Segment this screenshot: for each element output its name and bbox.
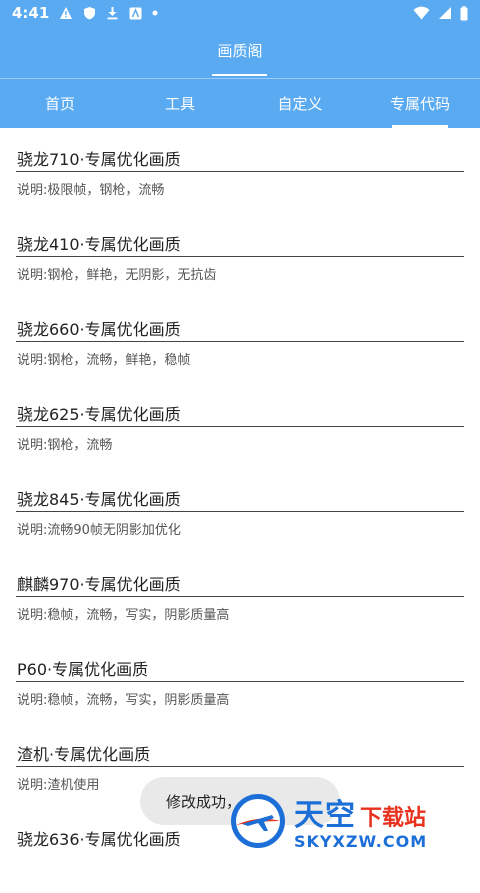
list-item[interactable]: 麒麟970·专属优化画质 说明:稳帧，流畅，写实，阴影质量高 xyxy=(0,553,480,638)
item-name: 骁龙625·专属优化画质 xyxy=(17,405,181,424)
watermark-en: SKYXZW.COM xyxy=(294,832,428,851)
item-name: 骁龙660·专属优化画质 xyxy=(17,320,181,339)
dot-icon xyxy=(152,10,158,16)
item-desc: 说明:极限帧，钢枪，流畅 xyxy=(17,183,165,198)
status-bar: 4:41 xyxy=(0,0,480,26)
item-divider xyxy=(16,596,464,597)
item-name: 骁龙710·专属优化画质 xyxy=(17,150,181,169)
item-desc: 说明:稳帧，流畅，写实，阴影质量高 xyxy=(17,608,230,623)
item-name: 骁龙845·专属优化画质 xyxy=(17,490,181,509)
list-item[interactable]: 骁龙410·专属优化画质 说明:钢枪，鲜艳，无阴影，无抗齿 xyxy=(0,213,480,298)
item-divider xyxy=(16,426,464,427)
status-time: 4:41 xyxy=(12,4,50,22)
watermark-text: 天空 下载站 SKYXZW.COM xyxy=(294,790,427,851)
item-name: 渣机·专属优化画质 xyxy=(17,745,151,764)
item-desc: 说明:钢枪，流畅 xyxy=(17,438,113,453)
wifi-icon xyxy=(413,6,430,20)
item-desc: 说明:稳帧，流畅，写实，阴影质量高 xyxy=(17,693,230,708)
item-divider xyxy=(16,766,464,767)
download-icon xyxy=(107,7,118,20)
item-desc: 说明:渣机使用 xyxy=(17,778,100,793)
page-title: 画质阁 xyxy=(217,41,263,60)
tab-bar: 首页 工具 自定义 专属代码 xyxy=(0,79,480,128)
watermark-cn: 天空 xyxy=(294,798,356,833)
notification-icons xyxy=(59,6,158,20)
item-desc: 说明:钢枪，流畅，鲜艳，稳帧 xyxy=(17,353,191,368)
item-divider xyxy=(16,171,464,172)
item-name: 骁龙636·专属优化画质 xyxy=(17,830,181,849)
item-name: 麒麟970·专属优化画质 xyxy=(17,575,181,594)
app-header: 画质阁 xyxy=(0,26,480,78)
battery-icon xyxy=(460,5,468,20)
watermark-cn2: 下载站 xyxy=(360,806,427,831)
list-item[interactable]: 骁龙625·专属优化画质 说明:钢枪，流畅 xyxy=(0,383,480,468)
item-divider xyxy=(16,341,464,342)
a-box-icon xyxy=(129,7,142,19)
tab-custom[interactable]: 自定义 xyxy=(240,79,360,128)
item-divider xyxy=(16,256,464,257)
site-watermark: 天空 下载站 SKYXZW.COM xyxy=(228,788,480,853)
item-divider xyxy=(16,511,464,512)
list-item[interactable]: 骁龙845·专属优化画质 说明:流畅90帧无阴影加优化 xyxy=(0,468,480,553)
item-name: P60·专属优化画质 xyxy=(17,660,149,679)
item-name: 骁龙410·专属优化画质 xyxy=(17,235,181,254)
title-underline xyxy=(212,74,267,76)
list-item[interactable]: 骁龙710·专属优化画质 说明:极限帧，钢枪，流畅 xyxy=(0,128,480,213)
tab-exclusive-code[interactable]: 专属代码 xyxy=(360,79,480,128)
item-divider xyxy=(16,681,464,682)
item-desc: 说明:流畅90帧无阴影加优化 xyxy=(17,523,181,538)
list-item[interactable]: P60·专属优化画质 说明:稳帧，流畅，写实，阴影质量高 xyxy=(0,638,480,723)
system-icons xyxy=(413,5,468,21)
shield-icon xyxy=(84,7,96,20)
list-item[interactable]: 骁龙660·专属优化画质 说明:钢枪，流畅，鲜艳，稳帧 xyxy=(0,298,480,383)
signal-icon xyxy=(439,7,451,19)
tab-home[interactable]: 首页 xyxy=(0,79,120,128)
skyxzw-logo-icon xyxy=(231,793,285,848)
tab-tools[interactable]: 工具 xyxy=(120,79,240,128)
item-desc: 说明:钢枪，鲜艳，无阴影，无抗齿 xyxy=(17,268,217,283)
alert-icon xyxy=(60,7,73,19)
